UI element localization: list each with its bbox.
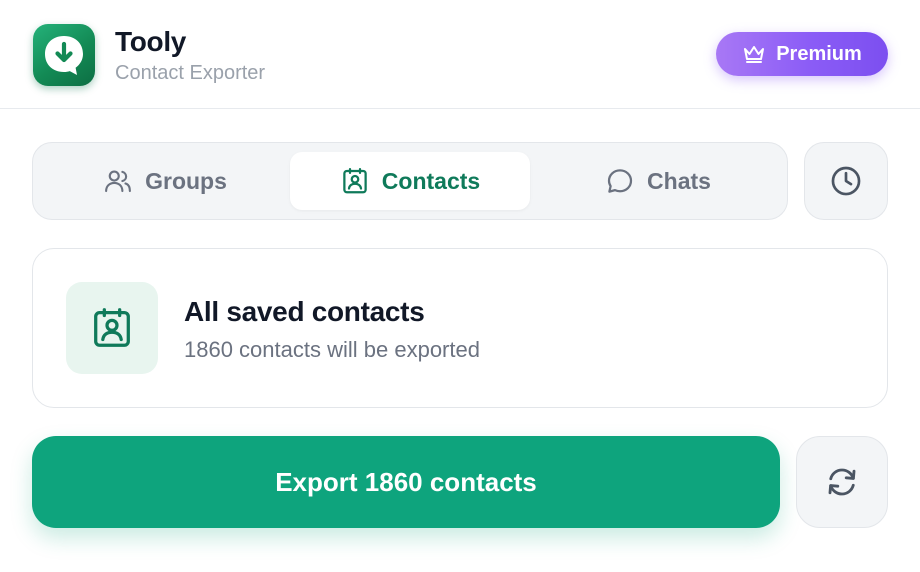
card-subtitle: 1860 contacts will be exported — [184, 337, 480, 362]
premium-button[interactable]: Premium — [716, 32, 888, 76]
tab-contacts[interactable]: Contacts — [290, 152, 530, 210]
card-title: All saved contacts — [184, 296, 425, 327]
app-logo — [33, 24, 95, 86]
tab-bar: Groups Contacts Chats — [32, 142, 788, 220]
chat-bubble-icon — [607, 169, 633, 193]
clock-icon — [831, 166, 861, 196]
card-icon-box — [66, 282, 158, 374]
users-icon — [105, 170, 132, 193]
tab-chats[interactable]: Chats — [538, 152, 778, 210]
app-subtitle: Contact Exporter — [115, 62, 266, 84]
download-bubble-icon — [45, 36, 83, 75]
refresh-button[interactable] — [796, 436, 888, 528]
history-button[interactable] — [804, 142, 888, 220]
export-summary-card: All saved contacts 1860 contacts will be… — [32, 248, 888, 408]
tab-groups-label: Groups — [145, 167, 227, 194]
export-button[interactable]: Export 1860 contacts — [32, 436, 780, 528]
app-title: Tooly — [115, 26, 187, 57]
contact-card-icon — [343, 168, 367, 194]
crown-icon — [744, 46, 765, 63]
tab-groups[interactable]: Groups — [45, 152, 285, 210]
tab-chats-label: Chats — [647, 167, 711, 194]
refresh-icon — [828, 468, 856, 496]
premium-label: Premium — [776, 42, 862, 65]
contact-card-icon — [94, 308, 130, 347]
app-header: Tooly Contact Exporter Premium — [0, 0, 920, 109]
tab-contacts-label: Contacts — [381, 167, 481, 194]
